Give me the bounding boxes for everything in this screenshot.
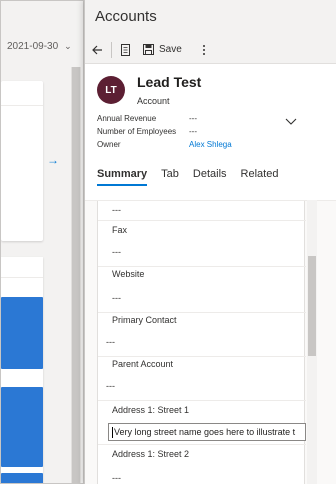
- header-field-owner: Owner Alex Shlega: [97, 138, 297, 151]
- fax-value[interactable]: ---: [112, 247, 121, 257]
- field-label: Number of Employees: [97, 127, 177, 136]
- field-value[interactable]: ---: [112, 205, 121, 215]
- background-app: 2021-09-30 ⌄ →: [0, 0, 84, 484]
- save-label: Save: [159, 44, 182, 55]
- street2-label: Address 1: Street 2: [112, 449, 190, 459]
- form-row: ---: [98, 201, 306, 221]
- field-parent-account: Parent Account ---: [98, 357, 306, 401]
- website-label: Website: [112, 269, 145, 279]
- background-card: [1, 257, 43, 483]
- field-label: Annual Revenue: [97, 114, 157, 123]
- field-street2: Address 1: Street 2 ---: [98, 445, 306, 484]
- field-value: ---: [189, 127, 197, 136]
- record-entity: Account: [137, 96, 170, 106]
- street2-value[interactable]: ---: [112, 473, 121, 483]
- website-value[interactable]: ---: [112, 293, 121, 303]
- date-filter[interactable]: 2021-09-30 ⌄: [7, 41, 72, 52]
- form-section: --- Fax --- Website --- Primary Contact …: [97, 201, 306, 484]
- back-arrow-icon: [91, 44, 103, 56]
- tab-details[interactable]: Details: [193, 168, 227, 186]
- record-header: LT Lead Test Account Annual Revenue --- …: [85, 64, 336, 200]
- expand-header-button[interactable]: [285, 118, 297, 129]
- record-view-button[interactable]: [114, 36, 137, 64]
- form-scrollbar[interactable]: [307, 200, 317, 484]
- command-bar: Save: [85, 36, 336, 64]
- field-value: ---: [189, 114, 197, 123]
- chart-tile[interactable]: [1, 387, 43, 467]
- save-icon: [143, 44, 154, 55]
- header-field-annual-revenue: Annual Revenue ---: [97, 112, 297, 125]
- back-button[interactable]: [85, 36, 109, 64]
- more-vertical-icon: [202, 44, 206, 56]
- date-filter-value: 2021-09-30: [7, 41, 59, 52]
- panel-header: Accounts: [85, 0, 336, 36]
- scrollbar-thumb[interactable]: [308, 256, 316, 356]
- field-street1: Address 1: Street 1 Very long street nam…: [98, 401, 306, 445]
- text-caret: [112, 427, 113, 439]
- avatar: LT: [97, 76, 125, 104]
- arrow-right-icon[interactable]: →: [47, 153, 59, 167]
- more-commands-button[interactable]: [196, 36, 212, 64]
- owner-link[interactable]: Alex Shlega: [189, 138, 232, 151]
- parent-account-value[interactable]: ---: [106, 381, 115, 391]
- street1-input[interactable]: Very long street name goes here to illus…: [108, 423, 306, 441]
- chart-tile[interactable]: [1, 473, 43, 483]
- primary-contact-value[interactable]: ---: [106, 337, 115, 347]
- field-website: Website ---: [98, 267, 306, 313]
- header-field-employees: Number of Employees ---: [97, 125, 297, 138]
- tab-summary[interactable]: Summary: [97, 168, 148, 186]
- chart-tile[interactable]: [1, 297, 43, 369]
- field-primary-contact: Primary Contact ---: [98, 313, 306, 357]
- field-fax: Fax ---: [98, 221, 306, 267]
- record-name: Lead Test: [137, 74, 202, 90]
- toolbar-divider: [111, 41, 112, 58]
- primary-contact-label: Primary Contact: [112, 315, 177, 325]
- save-button[interactable]: Save: [137, 36, 188, 64]
- tab-tab[interactable]: Tab: [161, 168, 179, 186]
- background-scrollbar[interactable]: [71, 67, 81, 483]
- chevron-down-icon: [285, 118, 297, 129]
- chevron-down-icon: ⌄: [64, 41, 72, 51]
- street1-label: Address 1: Street 1: [112, 405, 190, 415]
- tab-related[interactable]: Related: [241, 168, 279, 186]
- header-fields: Annual Revenue --- Number of Employees -…: [97, 112, 297, 151]
- fax-label: Fax: [112, 225, 128, 235]
- record-icon: [120, 43, 131, 56]
- background-card: [1, 81, 43, 241]
- parent-account-label: Parent Account: [112, 359, 174, 369]
- field-label: Owner: [97, 140, 121, 149]
- tab-list: Summary Tab Details Related: [97, 168, 292, 186]
- record-panel: Accounts Save LT Lead Test Account Annua…: [84, 0, 336, 484]
- panel-title: Accounts: [95, 8, 157, 25]
- street1-value: Very long street name goes here to illus…: [114, 427, 296, 437]
- form-scroll-area: --- Fax --- Website --- Primary Contact …: [85, 200, 336, 484]
